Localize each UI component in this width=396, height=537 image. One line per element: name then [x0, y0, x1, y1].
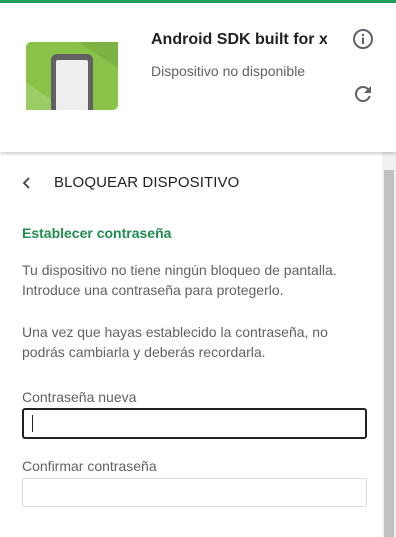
no-lock-description: Tu dispositivo no tiene ningún bloqueo d…	[22, 262, 337, 298]
confirm-password-label: Confirmar contraseña	[22, 458, 157, 474]
info-button[interactable]	[351, 27, 375, 51]
back-button[interactable]	[16, 172, 38, 194]
refresh-button[interactable]	[351, 82, 375, 106]
find-device-page: Android SDK built for x86 Dispositivo no…	[0, 0, 396, 537]
device-name: Android SDK built for x86	[151, 31, 327, 48]
refresh-icon	[354, 85, 371, 102]
text-caret	[32, 415, 33, 432]
confirm-password-input[interactable]	[22, 478, 367, 507]
chevron-left-icon	[22, 177, 30, 189]
new-password-label: Contraseña nueva	[22, 389, 137, 405]
new-password-input[interactable]	[22, 408, 367, 439]
device-header: Android SDK built for x86 Dispositivo no…	[0, 3, 396, 152]
scrollbar-thumb[interactable]	[384, 170, 394, 537]
warning-description: Una vez que hayas establecido la contras…	[22, 324, 328, 360]
android-device-icon	[26, 42, 118, 110]
device-status: Dispositivo no disponible	[151, 63, 306, 79]
info-icon	[353, 29, 373, 49]
panel-title: BLOQUEAR DISPOSITIVO	[54, 174, 240, 191]
scrollbar[interactable]	[382, 152, 396, 537]
section-title: Establecer contraseña	[22, 225, 172, 241]
